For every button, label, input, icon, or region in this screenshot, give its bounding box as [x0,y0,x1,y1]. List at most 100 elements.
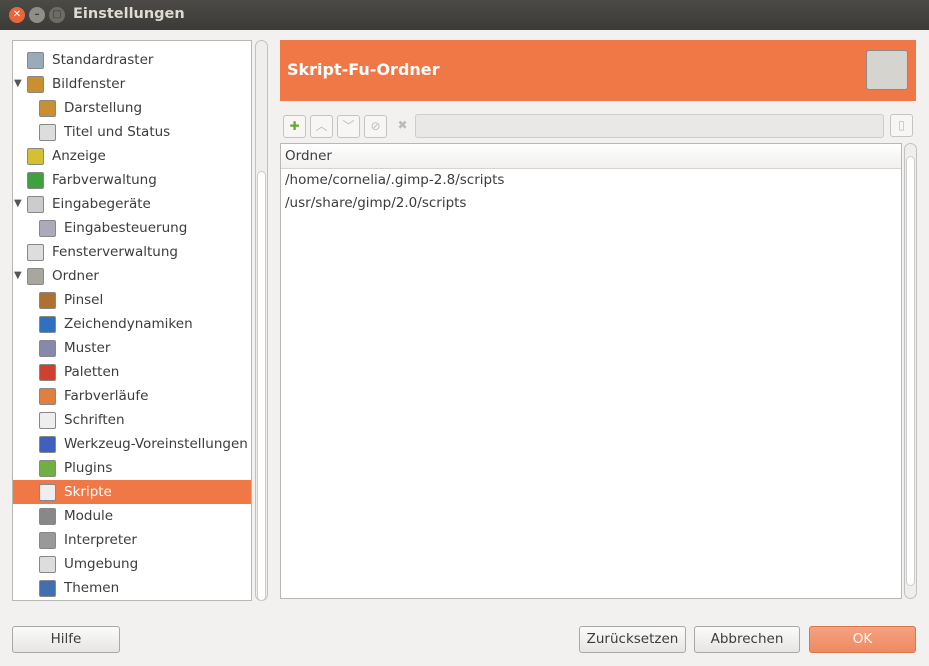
folder-path-input[interactable] [415,114,884,138]
tool-presets-icon [39,436,56,453]
tree-item[interactable]: Plugins [13,456,251,480]
close-icon[interactable]: ✕ [9,7,25,23]
tree-item-label: Muster [64,340,111,356]
delete-icon: ✖ [397,118,408,132]
interpreter-icon [39,532,56,549]
title-bar: ✕ – □ Einstellungen [0,0,929,30]
tree-item[interactable]: Muster [13,336,251,360]
list-scroll-thumb[interactable] [906,156,915,586]
brush-icon [39,292,56,309]
preferences-tree[interactable]: Standardraster ▼ Bildfenster Darstellung Tit… [12,40,252,601]
tree-item[interactable]: Darstellung [13,96,251,120]
tree-item-label: Eingabegeräte [52,196,151,212]
tree-item-label: Anzeige [52,148,106,164]
tree-item-label: Module [64,508,114,524]
tree-item[interactable]: ▼ Eingabegeräte [13,192,251,216]
panel-title: Skript-Fu-Ordner [287,60,440,79]
paint-dynamics-icon [39,316,56,333]
tree-item[interactable]: Interpreter [13,528,251,552]
fonts-icon [39,412,56,429]
list-item[interactable]: /home/cornelia/.gimp-2.8/scripts [281,169,901,192]
folder-icon [866,50,908,90]
add-folder-button[interactable]: ✚ [283,115,306,138]
tree-scrollbar[interactable] [255,40,268,601]
tree-item[interactable]: Module [13,504,251,528]
tree-item-label: Bildfenster [52,76,126,92]
panel-header: Skript-Fu-Ordner [280,40,916,101]
tree-item[interactable]: ▼ Bildfenster [13,72,251,96]
plugin-icon [39,460,56,477]
tree-item[interactable]: Paletten [13,360,251,384]
color-management-icon [27,172,44,189]
cancel-button[interactable]: Abbrechen [694,626,800,653]
image-window-icon [27,76,44,93]
help-button[interactable]: Hilfe [12,626,120,653]
folder-icon [27,268,44,285]
grid-icon [27,52,44,69]
tree-item[interactable]: Themen [13,576,251,600]
tree-item-label: Werkzeug-Voreinstellungen [64,436,248,452]
reset-button[interactable]: Zurücksetzen [579,626,686,653]
window-management-icon [27,244,44,261]
forbidden-icon: ⊘ [370,119,381,133]
tree-item[interactable]: Skripte [13,480,251,504]
tree-item[interactable]: Farbverwaltung [13,168,251,192]
minimize-icon[interactable]: – [29,7,45,23]
expander-icon[interactable]: ▼ [14,72,22,96]
tree-item[interactable]: Schriften [13,408,251,432]
add-icon: ✚ [289,119,300,133]
column-header-folder[interactable]: Ordner [281,144,901,169]
move-up-button[interactable]: ︿ [310,115,333,138]
pattern-icon [39,340,56,357]
tree-item-label: Farbverwaltung [52,172,157,188]
tree-item-label: Farbverläufe [64,388,149,404]
tree-item[interactable]: Zeichendynamiken [13,312,251,336]
tree-item[interactable]: Fensterverwaltung [13,240,251,264]
tree-item-label: Standardraster [52,52,154,68]
chevron-up-icon: ︿ [315,119,328,133]
tree-item[interactable]: Umgebung [13,552,251,576]
tree-item[interactable]: Standardraster [13,48,251,72]
tree-item-label: Fensterverwaltung [52,244,178,260]
display-icon [27,148,44,165]
tree-item[interactable]: Eingabesteuerung [13,216,251,240]
tree-item-label: Darstellung [64,100,143,116]
maximize-icon[interactable]: □ [49,7,65,23]
tree-item-label: Titel und Status [64,124,171,140]
delete-button[interactable]: ✖ [391,115,414,138]
tree-scroll-thumb[interactable] [257,171,266,601]
list-scrollbar[interactable] [904,143,917,599]
window-title: Einstellungen [73,6,185,22]
move-down-button[interactable]: ﹀ [337,115,360,138]
browse-button[interactable]: ▯ [890,114,913,137]
input-controllers-icon [39,220,56,237]
tree-item-label: Schriften [64,412,125,428]
mark-invalid-button[interactable]: ⊘ [364,115,387,138]
appearance-icon [39,100,56,117]
list-item[interactable]: /usr/share/gimp/2.0/scripts [281,192,901,215]
tree-item-label: Pinsel [64,292,104,308]
tree-item-label: Paletten [64,364,120,380]
ok-button[interactable]: OK [809,626,916,653]
gradient-icon [39,388,56,405]
title-status-icon [39,124,56,141]
palette-icon [39,364,56,381]
tree-item-label: Themen [64,580,120,596]
tree-item[interactable]: Werkzeug-Voreinstellungen [13,432,251,456]
expander-icon[interactable]: ▼ [14,264,22,288]
tree-item-label: Eingabesteuerung [64,220,188,236]
tree-item-label: Plugins [64,460,113,476]
tree-item-label: Zeichendynamiken [64,316,193,332]
chevron-down-icon: ﹀ [342,119,355,133]
folder-list[interactable]: Ordner /home/cornelia/.gimp-2.8/scripts … [280,143,902,599]
input-devices-icon [27,196,44,213]
tree-item-label: Umgebung [64,556,139,572]
tree-item[interactable]: Anzeige [13,144,251,168]
tree-item-label: Interpreter [64,532,137,548]
expander-icon[interactable]: ▼ [14,192,22,216]
tree-item[interactable]: Titel und Status [13,120,251,144]
tree-item-label: Ordner [52,268,99,284]
tree-item[interactable]: Farbverläufe [13,384,251,408]
tree-item[interactable]: Pinsel [13,288,251,312]
tree-item[interactable]: ▼ Ordner [13,264,251,288]
